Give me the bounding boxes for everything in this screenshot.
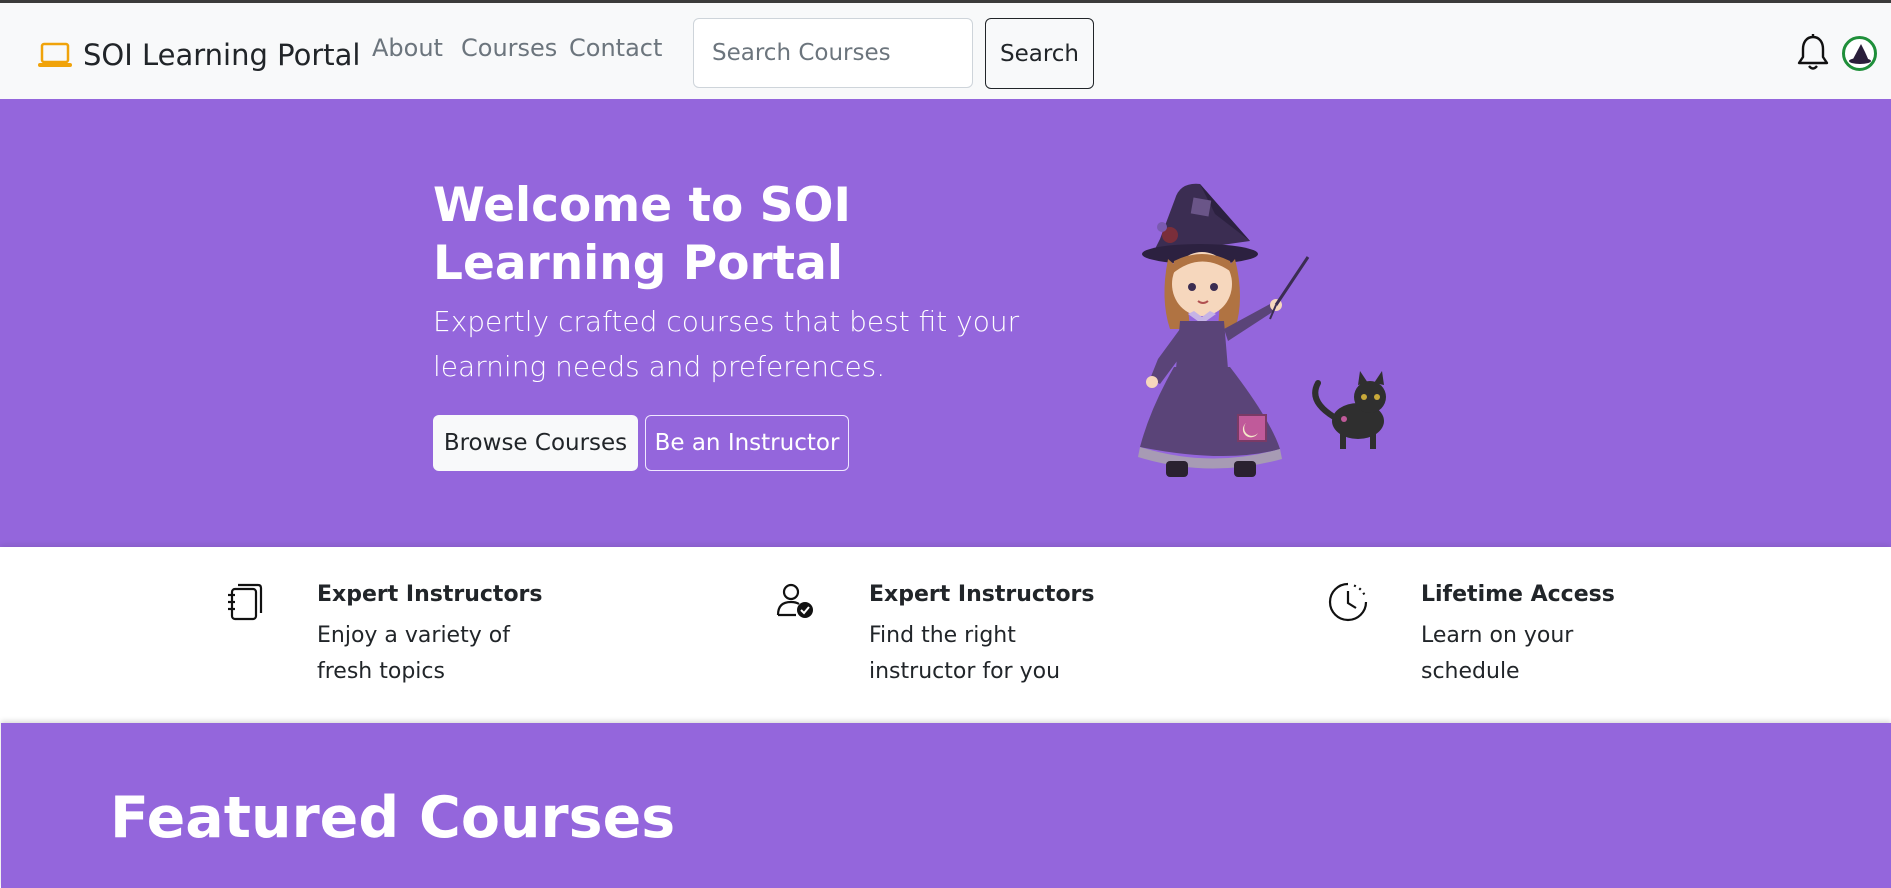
feature-description: Enjoy a variety of fresh topics [317,623,510,684]
feature-description: Learn on your schedule [1421,623,1574,684]
feature-title: Lifetime Access [1421,582,1615,607]
featured-courses-section: Featured Courses [1,723,1891,888]
featured-courses-title: Featured Courses [110,785,676,851]
features-section: Expert Instructors Enjoy a variety of fr… [0,547,1891,723]
avatar[interactable] [1842,36,1877,71]
brand-name: SOI Learning Portal [83,38,361,72]
nav-link-about[interactable]: About [372,34,443,62]
brand-link[interactable]: SOI Learning Portal [37,35,360,75]
nav-link-courses[interactable]: Courses [461,34,557,62]
nav-link-contact[interactable]: Contact [569,34,662,62]
witch-illustration [1138,183,1386,477]
person-check-icon [776,583,813,618]
bell-icon[interactable] [1796,33,1830,73]
navbar: SOI Learning Portal About Courses Contac… [0,3,1891,99]
feature-title: Expert Instructors [869,582,1095,607]
browse-courses-button[interactable]: Browse Courses [433,415,638,471]
hero-section: Welcome to SOI Learning Portal Expertly … [0,99,1891,547]
feature-description: Find the right instructor for you [869,623,1061,684]
search-button[interactable]: Search [985,18,1094,89]
clock-icon [1328,582,1368,622]
notebook-icon [228,583,263,621]
search-input[interactable] [693,18,973,88]
be-instructor-button[interactable]: Be an Instructor [645,415,849,471]
laptop-icon [38,42,72,67]
hero-title: Welcome to SOI Learning Portal [433,178,851,291]
feature-title: Expert Instructors [317,582,543,607]
witch-hat-icon [1849,44,1871,64]
hero-subtitle: Expertly crafted courses that best fit y… [433,305,1020,383]
